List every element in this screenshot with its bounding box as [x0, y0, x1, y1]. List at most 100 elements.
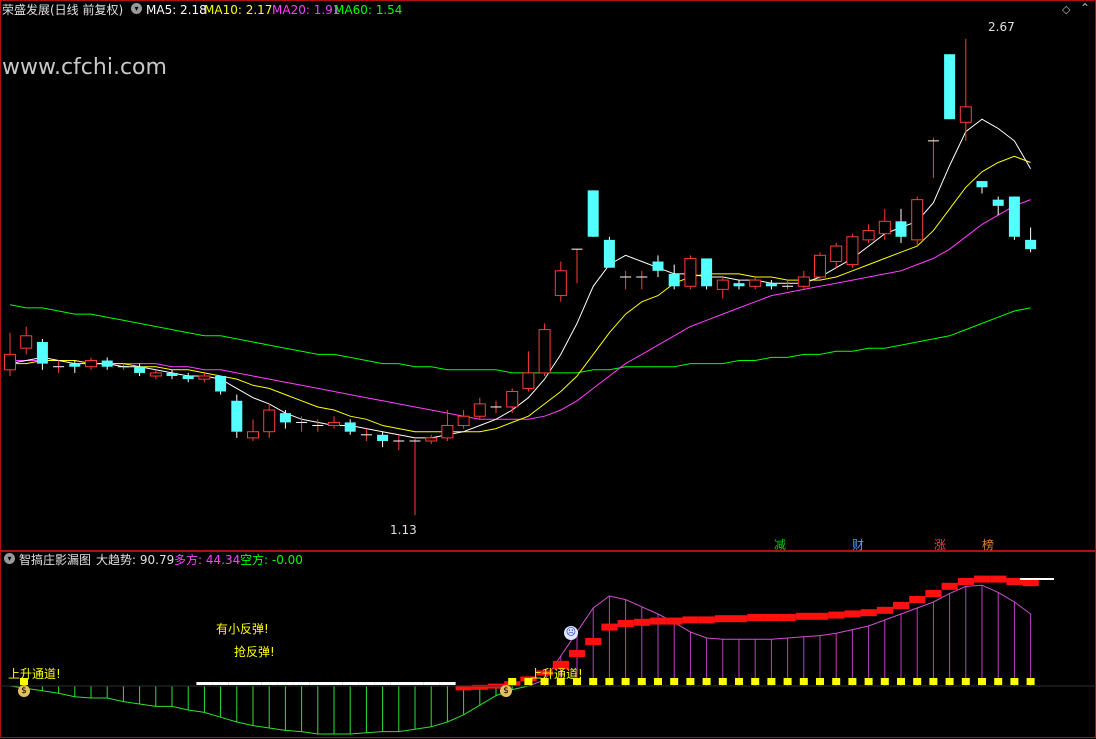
candle-up	[684, 257, 697, 287]
signal-up-channel-2: 上升通道!	[530, 667, 583, 681]
indicator-yellow-marker	[751, 678, 760, 685]
indicator-yellow-marker	[848, 678, 857, 685]
candle-down	[603, 239, 615, 268]
indicator-white-bar	[407, 682, 424, 685]
candle-down	[976, 181, 988, 188]
indicator-red-bar	[925, 590, 942, 597]
signal-small-rebound: 有小反弹!	[216, 622, 269, 636]
indicator-white-bar	[342, 682, 359, 685]
candle-up	[263, 409, 276, 433]
indicator-red-bar	[763, 614, 780, 621]
candle-up	[749, 279, 762, 287]
candle-up	[328, 421, 340, 427]
indicator-white-bar	[374, 682, 391, 685]
candle-down	[69, 363, 81, 367]
candle-up	[538, 329, 551, 374]
indicator-yellow-marker	[880, 678, 889, 685]
candle-up	[797, 276, 810, 287]
indicator-red-bar	[1022, 579, 1039, 587]
indicator-dropdown-icon[interactable]: ▾	[4, 553, 15, 564]
indicator-red-bar	[698, 616, 715, 624]
candle-down	[1008, 196, 1020, 237]
indicator-white-bar	[439, 682, 456, 685]
indicator-red-bar	[974, 575, 991, 583]
candle-up	[830, 245, 843, 263]
indicator-yellow-marker	[864, 678, 873, 685]
signal-grab-rebound: 抢反弹!	[234, 645, 275, 659]
indicator-red-bar	[682, 616, 699, 624]
candle-up	[473, 403, 486, 417]
candle-up	[20, 335, 33, 349]
indicator-white-bar	[423, 682, 440, 685]
indicator-red-bar	[876, 606, 893, 614]
indicator-yellow-marker	[654, 678, 662, 685]
candle-down	[231, 400, 243, 432]
indicator-yellow-marker	[1010, 678, 1019, 685]
candle-down	[992, 199, 1004, 206]
candle-up	[522, 372, 535, 389]
indicator-red-bar	[909, 596, 926, 603]
event-tag-reduce[interactable]: 减	[774, 536, 786, 553]
candle-up	[4, 353, 16, 371]
event-tag-finance[interactable]: 财	[852, 536, 864, 553]
indicator-yellow-marker	[718, 678, 727, 685]
candle-up	[247, 431, 259, 439]
indicator-yellow-marker	[767, 678, 776, 685]
indicator-yellow-marker	[605, 678, 614, 685]
candle-down	[215, 376, 227, 392]
high-price-label: 2.67	[988, 20, 1015, 34]
candle-down	[101, 360, 113, 367]
indicator-red-bar	[844, 610, 861, 618]
event-tag-rise[interactable]: 涨	[934, 536, 946, 553]
indicator-white-bar	[293, 682, 310, 685]
event-tag-rank[interactable]: 榜	[982, 536, 994, 553]
indicator-red-bar	[747, 614, 764, 621]
candle-up	[506, 390, 519, 408]
candle-down	[1025, 239, 1037, 250]
face-icon: ☹	[564, 626, 578, 640]
candle-down	[36, 341, 48, 364]
indicator-yellow-marker	[929, 678, 938, 685]
candle-down	[587, 190, 599, 237]
indicator-red-bar	[617, 620, 634, 627]
indicator-white-bar	[277, 682, 294, 685]
money-bag-icon: $	[18, 685, 30, 697]
candle-up	[554, 270, 567, 297]
candle-down	[344, 422, 356, 432]
candle-down	[895, 221, 907, 237]
short-readout: 空方: -0.00	[240, 553, 303, 567]
indicator-white-bar	[261, 682, 278, 685]
indicator-red-bar	[795, 612, 812, 620]
indicator-yellow-marker	[686, 678, 695, 685]
diamond-icon[interactable]: ◇	[1062, 3, 1070, 17]
indicator-name[interactable]: 智搞庄影漏图	[19, 553, 91, 567]
indicator-yellow-marker	[994, 678, 1003, 685]
signal-up-channel-1: 上升通道!	[8, 667, 61, 681]
indicator-white-bar	[390, 682, 407, 685]
long-readout: 多方: 44.34	[174, 553, 241, 567]
indicator-red-bar	[731, 615, 748, 623]
candle-down	[701, 258, 713, 287]
indicator-yellow-marker	[589, 678, 598, 685]
indicator-yellow-marker	[702, 678, 711, 685]
indicator-white-bar	[245, 682, 262, 685]
collapse-arrow-icon[interactable]: ⌃	[1080, 1, 1090, 15]
candle-down	[733, 283, 745, 287]
dropdown-arrow-icon[interactable]: ▾	[131, 3, 142, 14]
candle-up	[149, 372, 162, 377]
indicator-yellow-marker	[735, 678, 743, 685]
indicator-red-bar	[714, 615, 731, 623]
indicator-yellow-marker	[670, 678, 679, 685]
candle-up	[862, 230, 875, 241]
candle-up	[716, 279, 729, 290]
indicator-yellow-marker	[832, 678, 841, 685]
candle-down	[279, 413, 291, 423]
indicator-white-bar	[212, 682, 229, 685]
candle-down	[134, 366, 146, 373]
indicator-red-bar	[990, 575, 1007, 583]
stock-chart-window[interactable]	[0, 0, 1096, 739]
indicator-yellow-marker	[913, 678, 922, 685]
candle-down	[668, 273, 680, 287]
trend-readout: 大趋势: 90.79	[96, 553, 175, 567]
indicator-yellow-marker	[816, 678, 824, 685]
